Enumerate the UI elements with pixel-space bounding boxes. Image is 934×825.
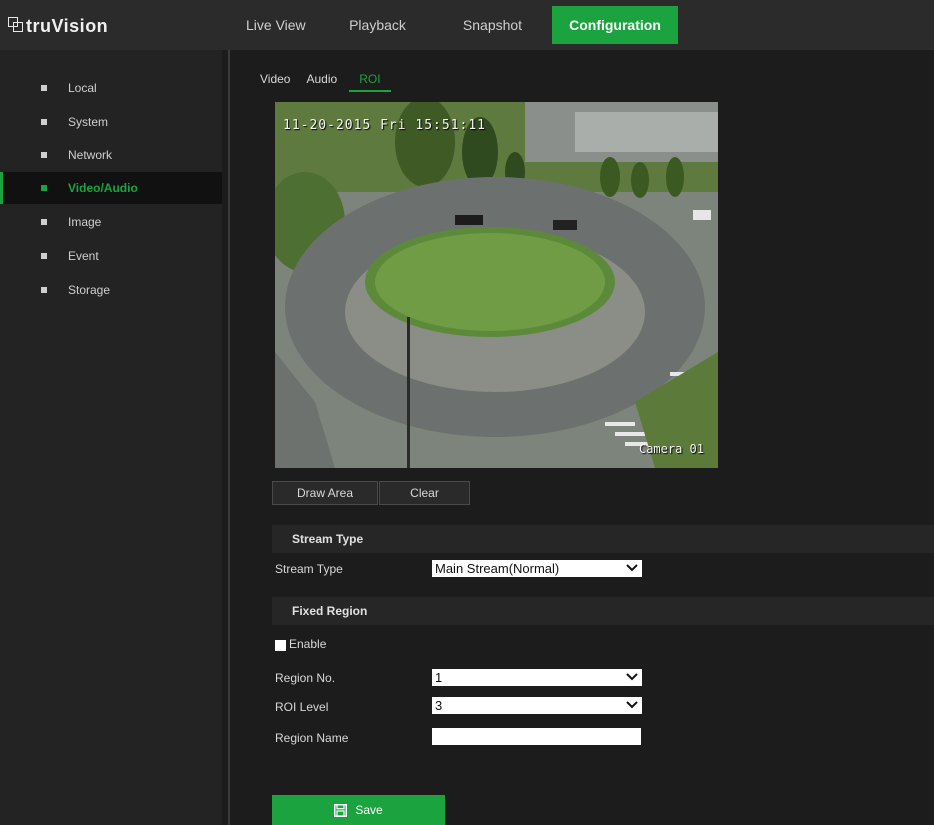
bullet-icon <box>41 287 47 293</box>
region-name-input[interactable] <box>432 728 641 745</box>
tab-roi[interactable]: ROI <box>349 72 391 92</box>
stream-type-label: Stream Type <box>275 562 343 576</box>
video-preview[interactable]: 11-20-2015 Fri 15:51:11 Camera 01 <box>275 102 718 468</box>
sidebar-item-event[interactable]: Event <box>0 240 222 272</box>
sidebar-item-label: Image <box>68 215 102 229</box>
sidebar-item-label: Event <box>68 249 99 263</box>
stream-type-select[interactable]: Main Stream(Normal) <box>432 560 642 577</box>
region-no-value: 1 <box>435 670 443 685</box>
bullet-icon <box>41 119 47 125</box>
region-name-label: Region Name <box>275 731 349 745</box>
roi-level-label: ROI Level <box>275 700 329 714</box>
bullet-icon <box>41 219 47 225</box>
sidebar-item-label: System <box>68 115 109 129</box>
stream-type-value: Main Stream(Normal) <box>435 561 560 576</box>
sidebar-item-system[interactable]: System <box>0 106 222 138</box>
sidebar-item-local[interactable]: Local <box>0 72 222 104</box>
sidebar-item-storage[interactable]: Storage <box>0 274 222 306</box>
region-no-label: Region No. <box>275 671 336 685</box>
brand-logo: truVision <box>8 14 108 38</box>
sub-tabs: Video Audio ROI <box>260 72 407 92</box>
tab-audio[interactable]: Audio <box>306 72 337 92</box>
osd-date-time: 11-20-2015 Fri 15:51:11 <box>283 118 487 133</box>
enable-label: Enable <box>289 637 327 651</box>
sidebar-item-label: Video/Audio <box>68 181 138 195</box>
brand-name: truVision <box>26 15 109 36</box>
nav-live-view[interactable]: Live View <box>230 0 320 50</box>
top-bar: truVision Live View Playback Snapshot Co… <box>0 0 934 50</box>
draw-area-button[interactable]: Draw Area <box>272 481 378 505</box>
main-nav: Live View Playback Snapshot Configuratio… <box>230 0 678 50</box>
sidebar-divider <box>228 50 230 825</box>
osd-camera-name: Camera 01 <box>638 442 704 456</box>
sidebar-item-label: Storage <box>68 283 111 297</box>
sidebar-item-network[interactable]: Network <box>0 139 222 171</box>
nav-snapshot[interactable]: Snapshot <box>435 0 550 50</box>
camera-scene <box>275 102 718 468</box>
logo-icon <box>8 17 24 35</box>
stream-type-section-header: Stream Type <box>272 525 934 553</box>
roi-level-value: 3 <box>435 698 443 713</box>
save-button[interactable]: Save <box>272 795 445 825</box>
sidebar-item-label: Local <box>68 81 97 95</box>
chevron-down-icon <box>626 564 638 572</box>
fixed-region-section-header: Fixed Region <box>272 597 934 625</box>
sidebar-item-label: Network <box>68 148 113 162</box>
bullet-icon <box>41 253 47 259</box>
bullet-icon <box>41 185 47 191</box>
bullet-icon <box>41 152 47 158</box>
save-label: Save <box>355 803 383 817</box>
main-content: Video Audio ROI 11-20-2015 Fri 15:51:11 … <box>232 50 934 825</box>
sidebar-item-video-audio[interactable]: Video/Audio <box>0 172 222 204</box>
tab-video[interactable]: Video <box>260 72 290 92</box>
sidebar-item-image[interactable]: Image <box>0 206 222 238</box>
nav-configuration[interactable]: Configuration <box>552 6 678 44</box>
roi-level-select[interactable]: 3 <box>432 697 642 714</box>
save-icon <box>334 803 348 817</box>
chevron-down-icon <box>626 701 638 709</box>
clear-button[interactable]: Clear <box>379 481 470 505</box>
region-no-select[interactable]: 1 <box>432 669 642 686</box>
enable-checkbox[interactable] <box>275 640 286 651</box>
bullet-icon <box>41 85 47 91</box>
sidebar: Local System Network Video/Audio Image E… <box>0 50 222 825</box>
nav-playback[interactable]: Playback <box>320 0 435 50</box>
chevron-down-icon <box>626 673 638 681</box>
